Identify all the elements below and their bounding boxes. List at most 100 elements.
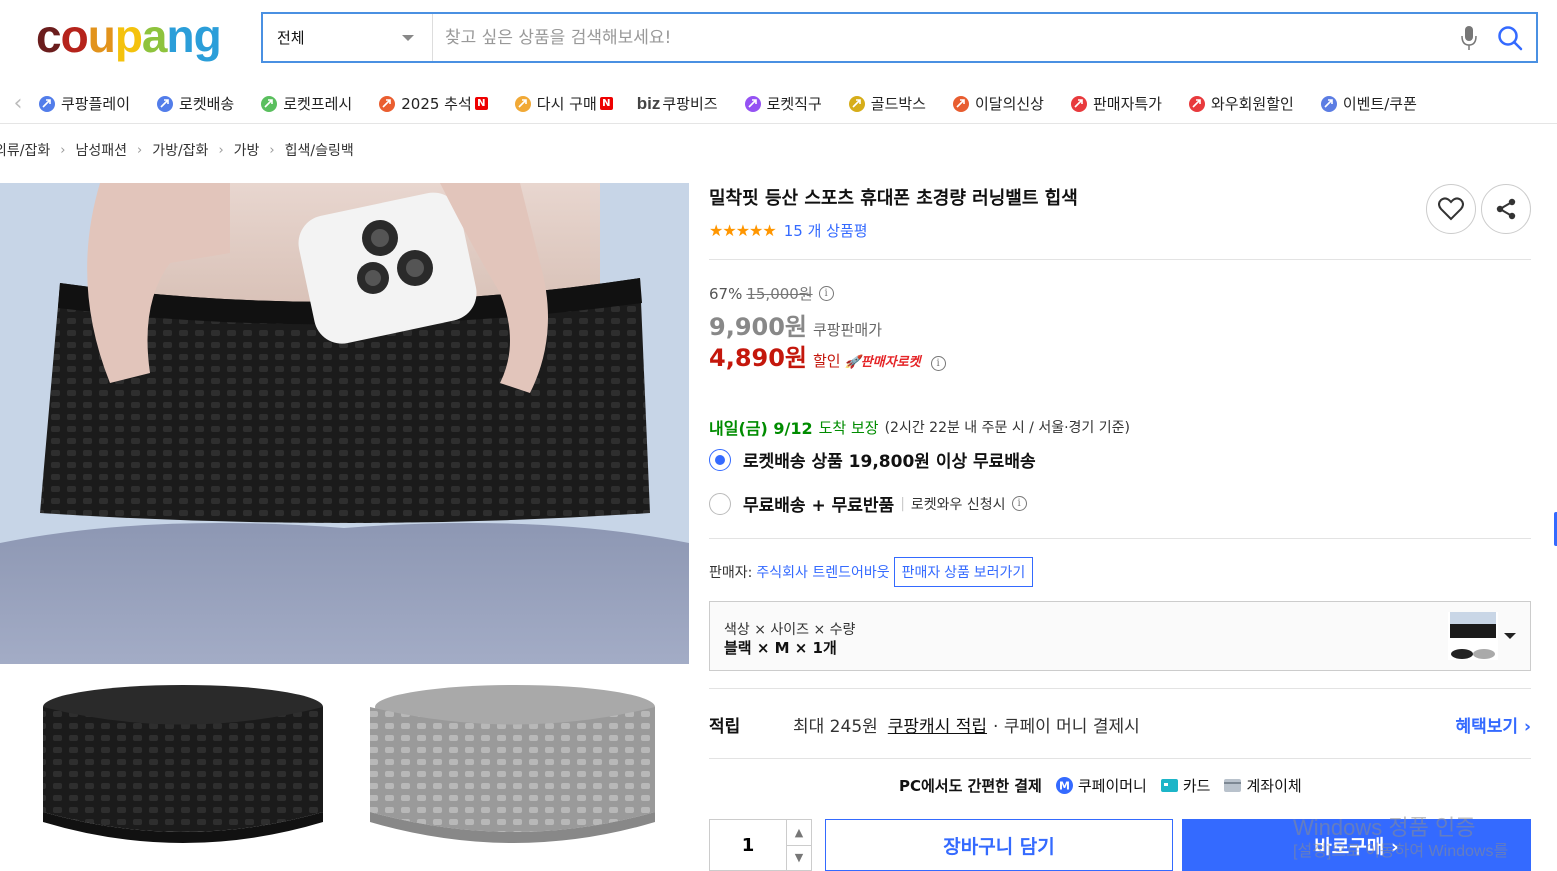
divider [709, 259, 1531, 260]
nav-item[interactable]: 로켓프레시 [258, 93, 352, 115]
chevron-right-icon: › [269, 142, 275, 158]
nav-item-label: 로켓직구 [766, 95, 822, 113]
quantity-steps: ▲ ▼ [786, 820, 811, 870]
rating-stars-icon: ★★★★★ [709, 221, 777, 240]
search-icon[interactable] [1484, 25, 1536, 51]
logo-letter: n [166, 10, 195, 62]
nav-item[interactable]: 이달의신상 [950, 93, 1044, 115]
nav-item[interactable]: 골드박스 [846, 93, 926, 115]
nav-item[interactable]: 2025 추석 N [376, 93, 488, 115]
share-button[interactable] [1481, 184, 1531, 234]
option-value: 블랙 × M × 1개 [724, 639, 837, 657]
chevron-right-icon: › [60, 142, 66, 158]
payment-methods: PC에서도 간편한 결제 M 쿠페이머니 카드 계좌이체 [0, 775, 1557, 796]
radio-unselected[interactable] [709, 492, 731, 515]
chevron-down-icon [1504, 633, 1516, 639]
nav-item-label: 골드박스 [870, 95, 926, 113]
category-nav: ‹ 쿠팡플레이 로켓배송 로켓프레시 2025 추석 N 다시 구매 Nbiz 쿠팡비즈 로켓직… [0, 84, 1557, 124]
search-bar: 전체 [261, 12, 1538, 63]
nav-item[interactable]: biz 쿠팡비즈 [637, 93, 718, 114]
quantity-stepper: ▲ ▼ [709, 819, 812, 871]
rebuy-icon [512, 93, 534, 115]
nav-item-label: 2025 추석 [401, 95, 472, 113]
nav-item-label: 와우회원할인 [1211, 95, 1294, 113]
coupang-price: 9,900원 [709, 313, 807, 341]
product-rating[interactable]: ★★★★★ 15 개 상품평 [709, 220, 868, 241]
coupang-cash-link[interactable]: 쿠팡캐시 적립 [888, 712, 987, 737]
chevron-down-icon [402, 34, 414, 41]
new-icon [950, 93, 972, 115]
nav-item[interactable]: 이벤트/쿠폰 [1318, 93, 1417, 115]
chevron-right-icon: › [218, 142, 224, 158]
logo-letter: c [36, 10, 62, 62]
new-badge: N [474, 97, 488, 110]
nav-item-label: 로켓배송 [179, 95, 235, 113]
share-icon [1496, 198, 1516, 220]
shipping-option-rocket[interactable]: 로켓배송 상품 19,800원 이상 무료배송 [709, 447, 1036, 472]
rocket-icon [154, 93, 176, 115]
original-price: 15,000원 [746, 285, 813, 303]
breadcrumb-item[interactable]: 힙색/슬링백 [285, 140, 354, 160]
breadcrumb-item[interactable]: 의류/잡화 [0, 140, 50, 160]
coupang-play-icon [36, 93, 58, 115]
radio-selected[interactable] [709, 448, 731, 471]
nav-item-label: 다시 구매 [536, 95, 597, 113]
coupang-logo[interactable]: coupang [36, 8, 222, 64]
logo-letter: o [60, 10, 89, 62]
chevron-right-icon: › [1523, 717, 1531, 737]
wow-icon [1186, 93, 1208, 115]
wishlist-button[interactable] [1426, 184, 1476, 234]
pay-method-card: 카드 [1160, 775, 1210, 796]
svg-text:M: M [1059, 780, 1070, 793]
info-icon[interactable]: i [930, 356, 946, 371]
sale-price: 4,890원 [709, 344, 807, 372]
seller-products-button[interactable]: 판매자 상품 보러가기 [893, 557, 1034, 587]
nav-item[interactable]: 쿠팡플레이 [36, 93, 130, 115]
chevron-right-icon: › [1390, 835, 1399, 858]
option-select[interactable]: 색상 × 사이즈 × 수량 블랙 × M × 1개 [709, 601, 1531, 671]
nav-item-label: 이달의신상 [974, 95, 1044, 113]
card-icon [1160, 779, 1178, 792]
buy-now-button[interactable]: 바로구매 › [1182, 819, 1531, 871]
nav-item[interactable]: 로켓직구 [742, 93, 822, 115]
nav-item[interactable]: 판매자특가 [1068, 93, 1162, 115]
chevron-left-icon[interactable]: ‹ [0, 91, 36, 116]
option-thumbnail [1448, 612, 1498, 660]
quantity-input[interactable] [710, 820, 786, 870]
info-icon[interactable]: i [818, 286, 834, 301]
product-thumbnail-black[interactable] [18, 672, 348, 862]
nav-item[interactable]: 다시 구매 N [512, 93, 613, 115]
pay-method-bank: 계좌이체 [1224, 775, 1302, 796]
nav-item[interactable]: 로켓배송 [154, 93, 234, 115]
search-category-select[interactable]: 전체 [263, 14, 433, 61]
nav-item[interactable]: 와우회원할인 [1186, 93, 1294, 115]
bank-transfer-icon [1224, 779, 1242, 792]
review-count-link[interactable]: 15 개 상품평 [784, 220, 868, 241]
product-thumbnail-gray[interactable] [350, 672, 680, 862]
breadcrumb-item[interactable]: 가방/잡화 [152, 140, 208, 160]
divider [709, 758, 1531, 759]
product-main-image[interactable] [0, 183, 689, 664]
shipping-option-wow[interactable]: 무료배송 + 무료반품 | 로켓와우 신청시 i [709, 491, 1027, 516]
quantity-up-icon[interactable]: ▲ [787, 820, 811, 845]
seller-deal-icon [1068, 93, 1090, 115]
shipping-option-label: 무료배송 + 무료반품 [743, 496, 895, 516]
logo-letter: p [114, 10, 143, 62]
quantity-down-icon[interactable]: ▼ [787, 844, 811, 871]
coupang-price-row: 9,900원 쿠팡판매가 [709, 307, 882, 342]
benefits-link[interactable]: 혜택보기 › [1456, 712, 1532, 737]
logo-letter: u [87, 10, 116, 62]
seller-name-link[interactable]: 주식회사 트렌드어바웃 [756, 562, 889, 582]
reward-condition: · 쿠페이 머니 결제시 [993, 717, 1140, 737]
shipping-option-sub: 로켓와우 신청시 [910, 496, 1006, 513]
chevron-right-icon: › [136, 142, 143, 158]
nav-item-label: 판매자특가 [1092, 95, 1162, 113]
breadcrumb-item[interactable]: 가방 [234, 140, 260, 160]
search-input[interactable] [433, 14, 1454, 61]
microphone-icon[interactable] [1454, 25, 1484, 51]
coupang-price-label: 쿠팡판매가 [813, 321, 883, 339]
add-to-cart-button[interactable]: 장바구니 담기 [825, 819, 1173, 871]
info-icon[interactable]: i [1011, 496, 1027, 511]
nav-item-label: 로켓프레시 [283, 95, 353, 113]
breadcrumb-item[interactable]: 남성패션 [75, 140, 127, 160]
